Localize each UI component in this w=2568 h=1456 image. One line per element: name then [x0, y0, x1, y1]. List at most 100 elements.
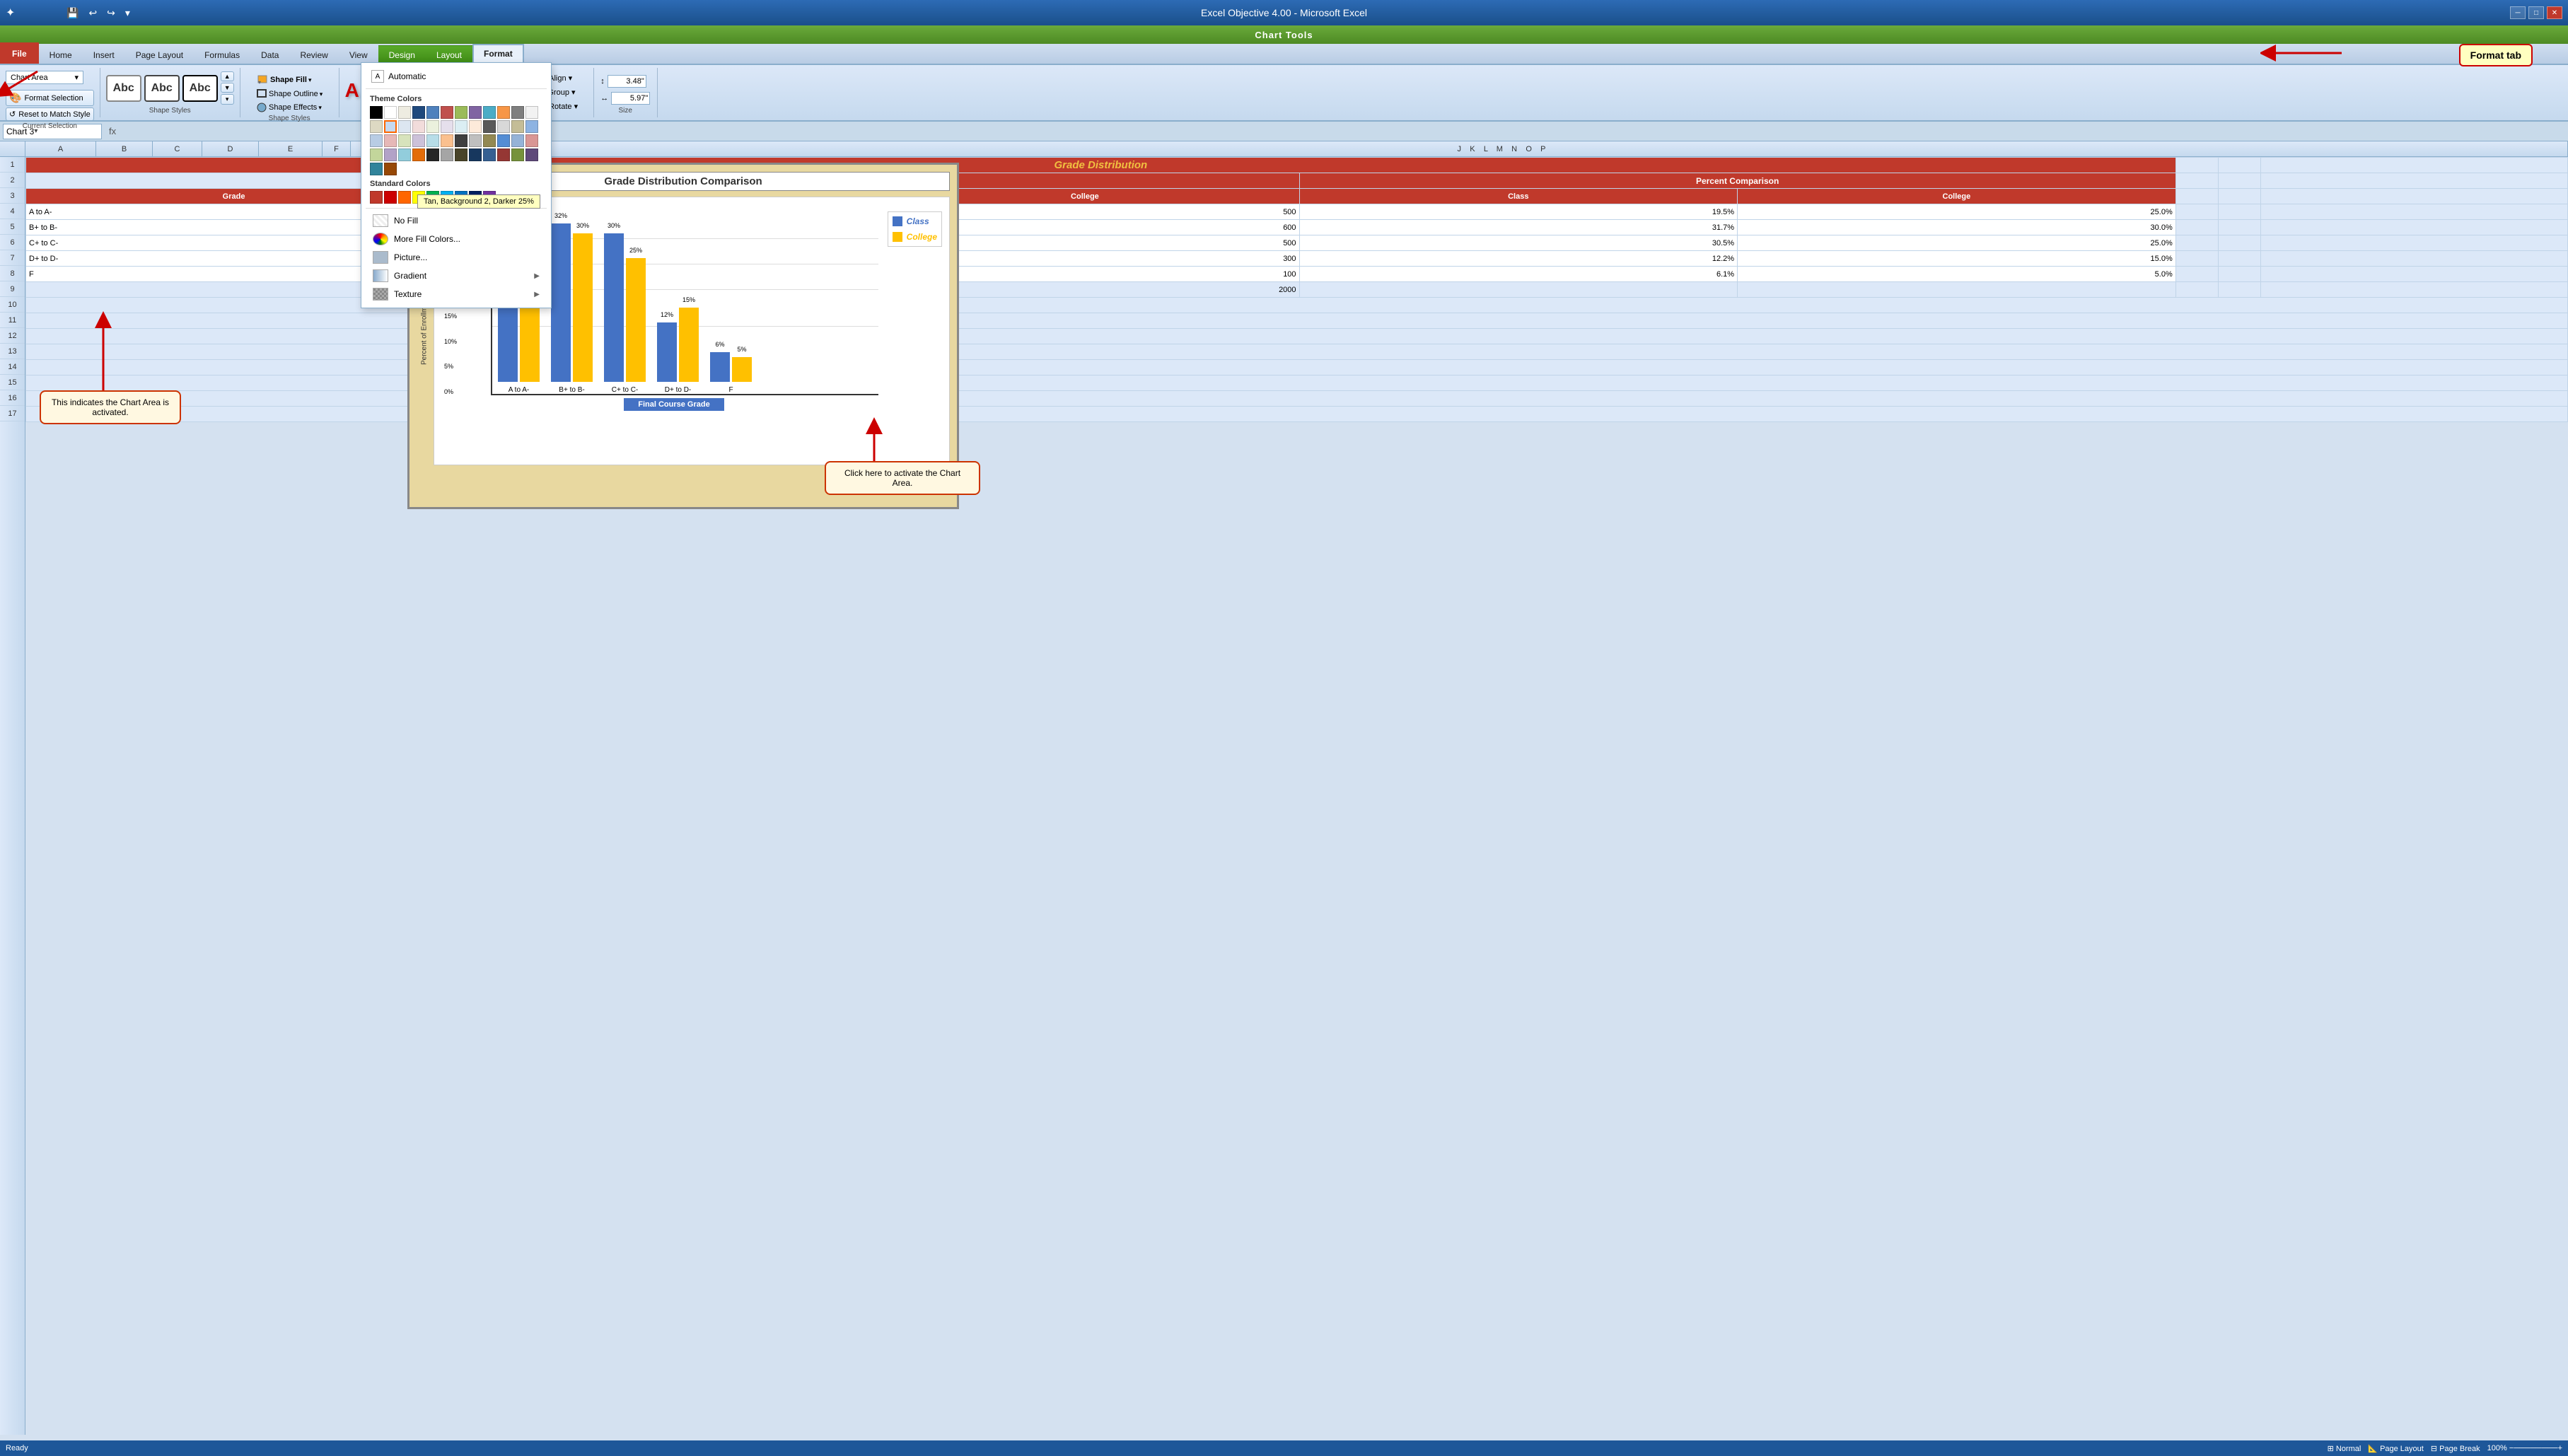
college-pct-f[interactable]: 5.0% — [1738, 267, 2176, 282]
style-scroll-down[interactable]: ▼ — [221, 83, 234, 93]
theme-color-swatch[interactable] — [455, 134, 467, 147]
row-header-3[interactable]: 3 — [0, 188, 25, 204]
standard-color-swatch[interactable] — [398, 191, 411, 204]
theme-color-swatch[interactable] — [525, 106, 538, 119]
tab-data[interactable]: Data — [250, 45, 289, 64]
theme-color-swatch[interactable] — [384, 134, 397, 147]
theme-color-swatch[interactable] — [384, 148, 397, 161]
class-pct-a[interactable]: 19.5% — [1299, 204, 1737, 220]
theme-color-swatch[interactable] — [398, 148, 411, 161]
style-scroll-up[interactable]: ▲ — [221, 71, 234, 81]
row-header-1[interactable]: 1 — [0, 157, 25, 173]
theme-color-swatch[interactable] — [370, 163, 383, 175]
row-header-2[interactable]: 2 — [0, 173, 25, 188]
tab-view[interactable]: View — [339, 45, 378, 64]
theme-color-swatch[interactable] — [412, 134, 425, 147]
theme-color-swatch[interactable] — [426, 120, 439, 133]
theme-color-swatch[interactable] — [441, 106, 453, 119]
theme-color-swatch[interactable] — [398, 120, 411, 133]
theme-color-swatch[interactable] — [455, 106, 467, 119]
standard-color-swatch[interactable] — [370, 191, 383, 204]
row-header-10[interactable]: 10 — [0, 297, 25, 313]
college-pct-c[interactable]: 25.0% — [1738, 235, 2176, 251]
theme-color-swatch[interactable] — [455, 148, 467, 161]
theme-color-swatch[interactable] — [370, 120, 383, 133]
theme-color-swatch[interactable] — [426, 148, 439, 161]
theme-color-swatch[interactable] — [412, 106, 425, 119]
redo-button[interactable]: ↪ — [104, 6, 118, 21]
theme-color-swatch[interactable] — [511, 106, 524, 119]
theme-color-swatch[interactable] — [469, 120, 482, 133]
close-button[interactable]: ✕ — [2547, 6, 2562, 19]
theme-color-swatch[interactable] — [412, 148, 425, 161]
col-header-E[interactable]: E — [259, 141, 323, 156]
tab-file[interactable]: File — [0, 42, 39, 64]
no-fill-option[interactable]: No Fill — [366, 211, 547, 230]
save-button[interactable]: 💾 — [64, 6, 81, 21]
college-pct-d[interactable]: 15.0% — [1738, 251, 2176, 267]
row-header-11[interactable]: 11 — [0, 313, 25, 328]
theme-color-swatch[interactable] — [412, 120, 425, 133]
row-header-4[interactable]: 4 — [0, 204, 25, 219]
theme-color-swatch[interactable] — [370, 134, 383, 147]
gradient-option[interactable]: Gradient ▶ — [366, 267, 547, 285]
theme-color-swatch[interactable] — [483, 134, 496, 147]
col-header-rest[interactable]: J K L M N O P — [436, 141, 2568, 156]
tab-layout[interactable]: Layout — [426, 45, 472, 64]
shape-style-3[interactable]: Abc — [182, 75, 218, 102]
reset-style-button[interactable]: ↺ Reset to Match Style — [6, 107, 94, 121]
shape-effects-button[interactable]: Shape Effects ▾ — [256, 102, 322, 113]
theme-color-swatch[interactable] — [497, 148, 510, 161]
shape-fill-dropdown-arrow[interactable]: ▾ — [308, 76, 312, 84]
row-header-14[interactable]: 14 — [0, 359, 25, 375]
col-header-C[interactable]: C — [153, 141, 202, 156]
class-pct-f[interactable]: 6.1% — [1299, 267, 1737, 282]
class-pct-c[interactable]: 30.5% — [1299, 235, 1737, 251]
theme-color-swatch[interactable] — [370, 148, 383, 161]
standard-color-swatch[interactable] — [384, 191, 397, 204]
row-header-8[interactable]: 8 — [0, 266, 25, 281]
shape-style-1[interactable]: Abc — [106, 75, 141, 102]
shape-style-2[interactable]: Abc — [144, 75, 180, 102]
maximize-button[interactable]: □ — [2528, 6, 2544, 19]
undo-button[interactable]: ↩ — [86, 6, 100, 21]
quick-access-dropdown[interactable]: ▾ — [122, 6, 133, 21]
theme-color-swatch[interactable] — [483, 106, 496, 119]
theme-color-swatch[interactable] — [511, 148, 524, 161]
row-header-5[interactable]: 5 — [0, 219, 25, 235]
tab-review[interactable]: Review — [289, 45, 338, 64]
theme-color-swatch[interactable] — [497, 120, 510, 133]
college-pct-a[interactable]: 25.0% — [1738, 204, 2176, 220]
theme-color-swatch[interactable] — [469, 148, 482, 161]
more-fill-colors-option[interactable]: More Fill Colors... — [366, 230, 547, 248]
theme-color-swatch[interactable] — [398, 106, 411, 119]
col-header-F[interactable]: F — [323, 141, 351, 156]
theme-color-swatch[interactable] — [398, 134, 411, 147]
minimize-button[interactable]: ─ — [2510, 6, 2526, 19]
col-header-B[interactable]: B — [96, 141, 153, 156]
row-header-7[interactable]: 7 — [0, 250, 25, 266]
theme-color-swatch[interactable] — [426, 134, 439, 147]
theme-color-swatch[interactable] — [384, 120, 397, 133]
tab-home[interactable]: Home — [39, 45, 83, 64]
theme-color-swatch[interactable] — [384, 106, 397, 119]
theme-color-swatch[interactable] — [469, 106, 482, 119]
theme-color-swatch[interactable] — [497, 106, 510, 119]
theme-color-swatch[interactable] — [511, 120, 524, 133]
height-input[interactable] — [608, 75, 646, 88]
theme-color-swatch[interactable] — [497, 134, 510, 147]
theme-color-swatch[interactable] — [525, 134, 538, 147]
theme-color-swatch[interactable] — [426, 106, 439, 119]
row-header-12[interactable]: 12 — [0, 328, 25, 344]
style-more[interactable]: ▾ — [221, 94, 234, 105]
row-header-6[interactable]: 6 — [0, 235, 25, 250]
theme-color-swatch[interactable] — [525, 148, 538, 161]
row-header-17[interactable]: 17 — [0, 406, 25, 421]
theme-color-swatch[interactable] — [441, 134, 453, 147]
row-header-15[interactable]: 15 — [0, 375, 25, 390]
col-header-A[interactable]: A — [25, 141, 96, 156]
theme-color-swatch[interactable] — [483, 120, 496, 133]
theme-color-swatch[interactable] — [441, 120, 453, 133]
theme-color-swatch[interactable] — [483, 148, 496, 161]
college-pct-b[interactable]: 30.0% — [1738, 220, 2176, 235]
